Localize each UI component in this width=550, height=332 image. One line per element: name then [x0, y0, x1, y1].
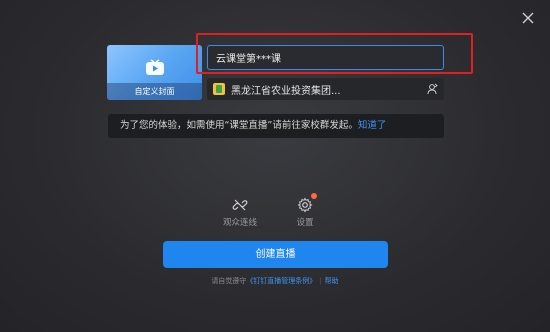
audience-connect-label: 观众连线	[222, 218, 257, 228]
notification-dot	[311, 193, 317, 199]
help-link[interactable]: 帮助	[325, 277, 339, 285]
org-logo	[213, 83, 225, 95]
gear-icon	[297, 197, 313, 213]
create-live-button[interactable]: 创建直播	[163, 241, 388, 268]
notice-dismiss-link[interactable]: 知道了	[358, 120, 387, 131]
user-switch-icon[interactable]	[426, 83, 438, 95]
live-title-input[interactable]	[207, 45, 444, 70]
live-create-dialog: 自定义封面 黑龙江省农业投资集团... 为了您的体验，如需使用“课堂直播”请前往…	[0, 0, 550, 332]
footer-prefix: 请自觉遵守	[211, 277, 247, 285]
link-off-icon	[232, 199, 248, 211]
notice-banner: 为了您的体验，如需使用“课堂直播”请前往家校群发起。知道了	[108, 114, 444, 138]
cover-label: 自定义封面	[107, 83, 202, 100]
footer-divider: |	[319, 277, 322, 285]
notice-text: 为了您的体验，如需使用“课堂直播”请前往家校群发起。	[120, 120, 358, 131]
tv-play-icon	[146, 59, 164, 75]
org-selector[interactable]: 黑龙江省农业投资集团...	[207, 78, 444, 100]
live-rules-link[interactable]: 《钉钉直播管理条例》	[246, 277, 316, 285]
footer: 请自觉遵守《钉钉直播管理条例》 | 帮助	[0, 276, 550, 286]
settings-button[interactable]: 设置	[280, 193, 330, 228]
custom-cover-button[interactable]: 自定义封面	[107, 45, 202, 100]
audience-connect-button[interactable]: 观众连线	[215, 197, 265, 228]
close-icon[interactable]	[520, 10, 536, 26]
settings-label: 设置	[296, 218, 314, 228]
org-name: 黑龙江省农业投资集团...	[231, 85, 341, 97]
